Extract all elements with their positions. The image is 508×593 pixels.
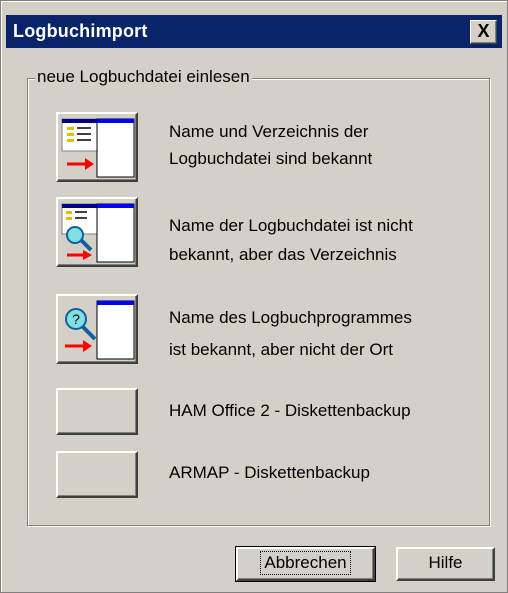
option-1-line-2: Logbuchdatei sind bekannt — [169, 149, 373, 168]
option-1-line-1: Name und Verzeichnis der — [169, 122, 369, 141]
option-2-line-2: bekannt, aber das Verzeichnis — [169, 245, 397, 264]
search-folder-icon — [61, 203, 135, 263]
groupbox-legend: neue Logbuchdatei einlesen — [35, 67, 252, 87]
window-title: Logbuchimport — [13, 21, 148, 41]
option-3-line-2: ist bekannt, aber nicht der Ort — [169, 340, 393, 359]
help-button-label: Hilfe — [428, 553, 463, 572]
title-bar[interactable]: Logbuchimport X — [6, 15, 502, 48]
close-button[interactable]: X — [470, 20, 497, 44]
close-icon: X — [477, 21, 490, 41]
help-button[interactable]: Hilfe — [396, 547, 495, 581]
option-5-label: ARMAP - Diskettenbackup — [169, 463, 370, 482]
option-4-label: HAM Office 2 - Diskettenbackup — [169, 401, 411, 420]
logbuchimport-dialog: Logbuchimport X neue Logbuchdatei einles… — [0, 0, 508, 593]
cancel-button[interactable]: Abbrechen — [235, 546, 376, 582]
import-hamoffice-backup-button[interactable] — [56, 388, 138, 435]
option-2-line-1: Name der Logbuchdatei ist nicht — [169, 216, 413, 235]
svg-text:?: ? — [72, 311, 80, 327]
import-search-folder-button[interactable] — [56, 197, 138, 267]
option-3-line-1: Name des Logbuchprogrammes — [169, 308, 412, 327]
import-armap-backup-button[interactable] — [56, 451, 138, 498]
import-search-program-button[interactable]: ? — [56, 294, 138, 364]
known-file-icon — [61, 118, 135, 178]
cancel-button-label: Abbrechen — [260, 551, 351, 575]
search-program-icon: ? — [65, 300, 135, 360]
import-known-file-button[interactable] — [56, 112, 138, 182]
